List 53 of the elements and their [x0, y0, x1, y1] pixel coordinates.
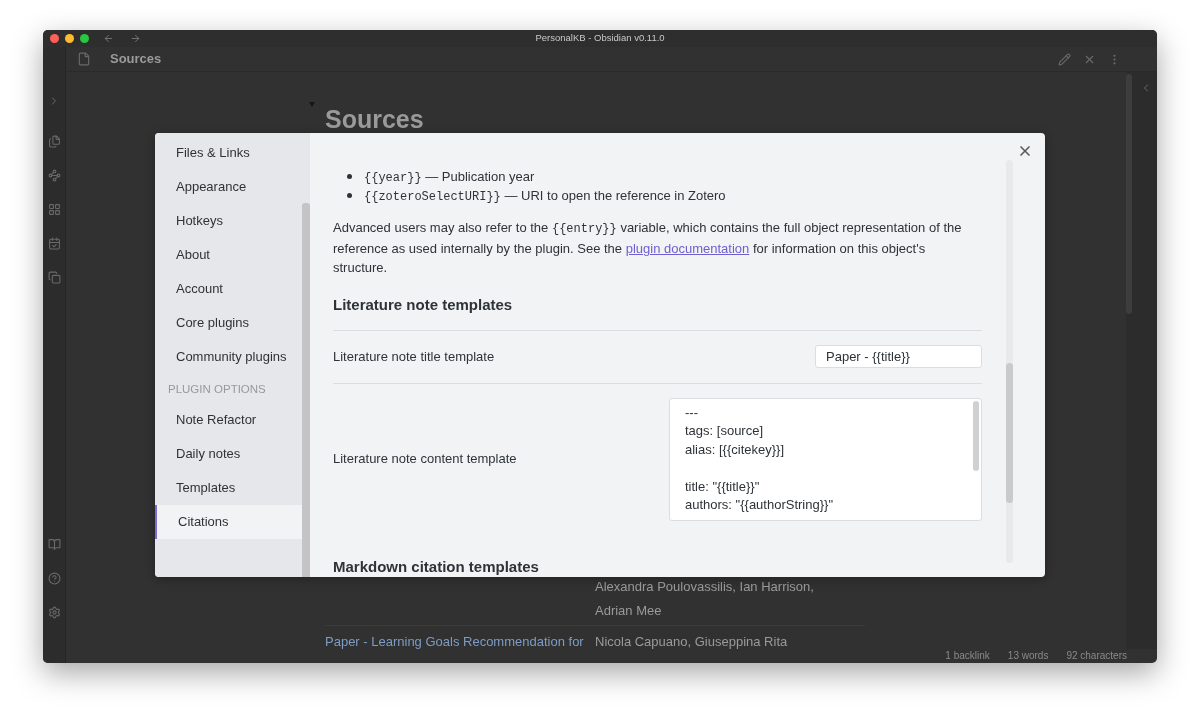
- maximize-window-button[interactable]: [80, 34, 89, 43]
- note-title: Sources: [110, 50, 162, 69]
- settings-nav-item[interactable]: Daily notes: [155, 437, 302, 471]
- description-paragraph: Advanced users may also refer to the {{entry}} variable, which contains the full object representation of the reference as used internally by the plugin. See the plugin documentation for information on this object's structure.: [333, 219, 963, 277]
- settings-nav-item[interactable]: Account: [155, 272, 302, 306]
- settings-nav-item[interactable]: Files & Links: [155, 136, 302, 170]
- calendar-icon[interactable]: [47, 237, 61, 250]
- settings-nav-item[interactable]: Core plugins: [155, 306, 302, 340]
- graph-icon[interactable]: [47, 169, 61, 182]
- grid-icon[interactable]: [47, 203, 61, 216]
- settings-nav-item[interactable]: Hotkeys: [155, 204, 302, 238]
- section-heading: Markdown citation templates: [333, 556, 540, 577]
- close-icon[interactable]: [1017, 143, 1033, 159]
- scrollbar[interactable]: [973, 400, 979, 471]
- settings-nav-item[interactable]: Community plugins: [155, 340, 302, 374]
- file-icon: [77, 52, 91, 66]
- status-text: 13 words: [1007, 650, 1049, 662]
- variable-item: {{zoteroSelectURI}} — URI to open the reference in Zotero: [364, 186, 726, 206]
- book-icon[interactable]: [47, 538, 61, 551]
- help-icon[interactable]: [47, 572, 61, 585]
- section-heading: Literature note templates: [333, 295, 514, 315]
- section-label: PLUGIN OPTIONS: [168, 382, 266, 398]
- setting-label: Literature note title template: [333, 347, 495, 366]
- copy-icon[interactable]: [47, 271, 61, 284]
- forward-icon[interactable]: [130, 33, 141, 44]
- files-icon[interactable]: [47, 135, 61, 148]
- note-link[interactable]: Paper - Learning Goals Recommendation for: [325, 634, 584, 649]
- back-icon[interactable]: [103, 33, 114, 44]
- scrollbar[interactable]: [302, 203, 310, 577]
- note-heading: Sources: [325, 104, 425, 134]
- minimize-window-button[interactable]: [65, 34, 74, 43]
- collapse-icon[interactable]: [309, 102, 315, 107]
- scrollbar[interactable]: [1006, 363, 1013, 503]
- bullet-icon: [347, 174, 352, 179]
- settings-nav-item[interactable]: Appearance: [155, 170, 302, 204]
- variable-item: {{year}} — Publication year: [364, 167, 535, 187]
- settings-nav-item[interactable]: Note Refactor: [155, 403, 302, 437]
- settings-icon[interactable]: [47, 606, 61, 619]
- edit-icon[interactable]: [1058, 52, 1071, 66]
- bullet-icon: [347, 193, 352, 198]
- input-field[interactable]: Paper - {{title}}: [815, 345, 982, 368]
- table-cell: Nicola Capuano, Giuseppina Rita: [595, 634, 788, 649]
- table-cell: Alexandra Poulovassilis, Ian Harrison, Adrian Mee: [595, 579, 814, 618]
- window-title: PersonalKB - Obsidian v0.11.0: [535, 31, 665, 46]
- text-area[interactable]: --- tags: [source] alias: [{{citekey}}] title: "{{title}}" authors: "{{authorString}}": [669, 397, 982, 521]
- setting-label: Literature note content template: [333, 450, 517, 469]
- status-text: 92 characters: [1066, 650, 1127, 662]
- settings-nav-item[interactable]: About: [155, 238, 302, 272]
- settings-nav-item[interactable]: Citations: [155, 505, 302, 539]
- settings-nav-item[interactable]: Templates: [155, 471, 302, 505]
- status-text: 1 backlink: [945, 650, 990, 662]
- documentation-link[interactable]: plugin documentation: [625, 241, 750, 256]
- close-window-button[interactable]: [50, 34, 59, 43]
